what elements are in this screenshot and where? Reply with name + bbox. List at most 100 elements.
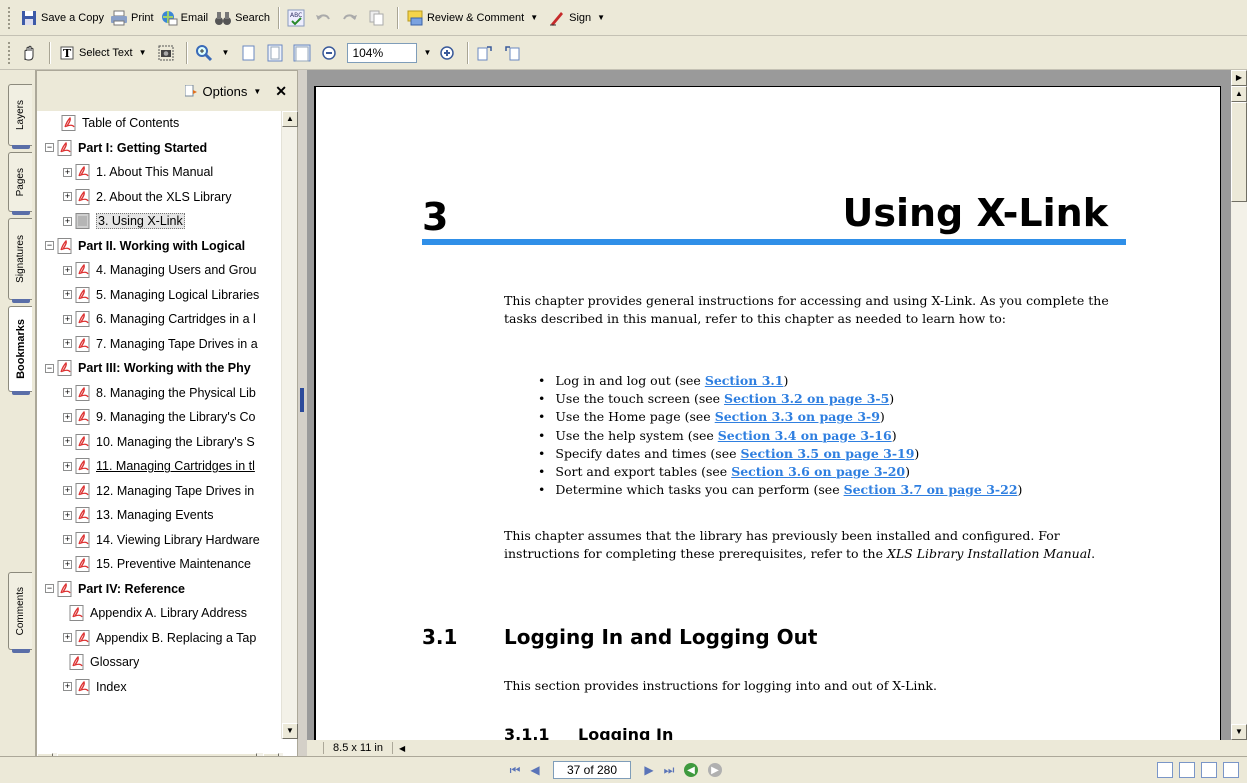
expand-icon[interactable]: + xyxy=(63,559,72,569)
bookmark-item[interactable]: +12. Managing Tape Drives in xyxy=(37,479,283,504)
bookmark-vertical-scrollbar[interactable]: ▲ ▼ xyxy=(281,111,298,739)
single-page-layout-icon[interactable] xyxy=(1157,762,1173,778)
bookmark-item[interactable]: +2. About the XLS Library xyxy=(37,185,283,210)
split-arrow[interactable]: ▶ xyxy=(1231,70,1247,86)
previous-page-icon[interactable]: ◀ xyxy=(525,761,545,779)
bookmark-item[interactable]: − Part I: Getting Started xyxy=(37,136,283,161)
bookmark-item[interactable]: + Appendix B. Replacing a Tap xyxy=(37,626,283,651)
redo-button[interactable] xyxy=(338,6,365,30)
bookmark-item[interactable]: +14. Viewing Library Hardware xyxy=(37,528,283,553)
tab-bookmarks[interactable]: Bookmarks xyxy=(8,306,32,395)
options-menu[interactable]: Options xyxy=(203,84,248,99)
expand-icon[interactable]: + xyxy=(63,216,72,226)
toolbar-grip[interactable] xyxy=(8,6,12,29)
go-back-icon[interactable]: ◀ xyxy=(684,763,698,777)
collapse-icon[interactable]: − xyxy=(45,584,54,594)
undo-button[interactable] xyxy=(311,6,338,30)
collapse-icon[interactable]: − xyxy=(45,241,54,251)
tab-signatures[interactable]: Signatures xyxy=(8,218,32,303)
bookmark-item[interactable]: +13. Managing Events xyxy=(37,503,283,528)
bookmark-item[interactable]: +4. Managing Users and Grou xyxy=(37,258,283,283)
next-page-icon[interactable]: ▶ xyxy=(639,761,659,779)
bookmark-item[interactable]: Appendix A. Library Address xyxy=(37,601,283,626)
scroll-down-arrow[interactable]: ▼ xyxy=(1231,724,1247,740)
tab-comments[interactable]: Comments xyxy=(8,572,32,653)
expand-icon[interactable]: + xyxy=(63,535,72,545)
go-forward-icon[interactable]: ▶ xyxy=(708,763,722,777)
save-copy-button[interactable]: Save a Copy xyxy=(17,6,107,30)
review-comment-button[interactable]: Review & Comment ▼ xyxy=(403,6,545,30)
bookmark-item[interactable]: +11. Managing Cartridges in tl xyxy=(37,454,283,479)
bookmark-item[interactable]: − Part II. Working with Logical xyxy=(37,234,283,259)
bookmark-item[interactable]: +9. Managing the Library's Co xyxy=(37,405,283,430)
scroll-up-arrow[interactable]: ▲ xyxy=(282,111,298,127)
zoom-in-tool-button[interactable]: ▼ xyxy=(192,41,237,65)
expand-icon[interactable]: + xyxy=(63,437,72,447)
rotate-ccw-button[interactable] xyxy=(500,41,527,65)
bookmark-item[interactable]: Glossary xyxy=(37,650,283,675)
expand-icon[interactable]: + xyxy=(63,388,72,398)
section-link[interactable]: Section 3.7 on page 3-22 xyxy=(844,482,1018,497)
snapshot-button[interactable] xyxy=(154,41,181,65)
expand-icon[interactable]: + xyxy=(63,314,72,324)
section-link[interactable]: Section 3.2 on page 3-5 xyxy=(724,391,889,406)
print-button[interactable]: Print xyxy=(107,6,157,30)
section-link[interactable]: Section 3.5 on page 3-19 xyxy=(740,446,914,461)
section-link[interactable]: Section 3.1 xyxy=(705,373,784,388)
chevron-down-icon[interactable]: ▼ xyxy=(597,13,605,22)
rotate-cw-button[interactable] xyxy=(473,41,500,65)
section-link[interactable]: Section 3.6 on page 3-20 xyxy=(731,464,905,479)
expand-icon[interactable]: + xyxy=(63,633,72,643)
continuous-layout-icon[interactable] xyxy=(1179,762,1195,778)
section-link[interactable]: Section 3.4 on page 3-16 xyxy=(718,428,892,443)
chevron-down-icon[interactable]: ▼ xyxy=(139,48,147,57)
document-vertical-scrollbar[interactable]: ▶ ▲ ▼ xyxy=(1231,70,1247,740)
email-button[interactable]: Email xyxy=(157,6,212,30)
scroll-thumb[interactable] xyxy=(1231,102,1247,202)
collapse-icon[interactable]: − xyxy=(45,363,54,373)
fit-page-button[interactable] xyxy=(263,41,290,65)
chevron-down-icon[interactable]: ▼ xyxy=(222,48,230,57)
bookmark-item[interactable]: +7. Managing Tape Drives in a xyxy=(37,332,283,357)
expand-icon[interactable]: + xyxy=(63,486,72,496)
collapse-icon[interactable]: − xyxy=(45,143,54,153)
bookmark-item[interactable]: − Part IV: Reference xyxy=(37,577,283,602)
tab-layers[interactable]: Layers xyxy=(8,84,32,149)
zoom-in-button[interactable] xyxy=(435,41,462,65)
bookmark-item[interactable]: +3. Using X-Link xyxy=(37,209,283,234)
expand-icon[interactable]: + xyxy=(63,167,72,177)
copy-button[interactable] xyxy=(365,6,392,30)
expand-icon[interactable]: + xyxy=(63,290,72,300)
expand-icon[interactable]: + xyxy=(63,461,72,471)
expand-icon[interactable]: + xyxy=(63,510,72,520)
bookmark-item[interactable]: +15. Preventive Maintenance xyxy=(37,552,283,577)
first-page-icon[interactable]: ⏮ xyxy=(505,761,525,779)
bookmark-item[interactable]: +6. Managing Cartridges in a l xyxy=(37,307,283,332)
sign-button[interactable]: Sign ▼ xyxy=(545,6,612,30)
expand-icon[interactable]: + xyxy=(63,265,72,275)
select-text-button[interactable]: T Select Text ▼ xyxy=(55,41,154,65)
chevron-down-icon[interactable]: ▼ xyxy=(530,13,538,22)
section-link[interactable]: Section 3.3 on page 3-9 xyxy=(715,409,880,424)
toolbar-grip[interactable] xyxy=(8,41,12,64)
scroll-down-arrow[interactable]: ▼ xyxy=(282,723,298,739)
bookmark-item[interactable]: + Index xyxy=(37,675,283,700)
fit-width-button[interactable] xyxy=(290,41,317,65)
last-page-icon[interactable]: ⏭ xyxy=(659,761,679,779)
chevron-down-icon[interactable]: ▼ xyxy=(253,87,261,96)
zoom-level-input[interactable]: 104% xyxy=(347,42,418,63)
bookmark-item[interactable]: − Part III: Working with the Phy xyxy=(37,356,283,381)
expand-icon[interactable]: + xyxy=(63,412,72,422)
close-icon[interactable]: ✕ xyxy=(275,83,287,100)
bookmark-item[interactable]: +8. Managing the Physical Lib xyxy=(37,381,283,406)
bookmark-item[interactable]: +5. Managing Logical Libraries xyxy=(37,283,283,308)
tab-pages[interactable]: Pages xyxy=(8,152,32,215)
expand-icon[interactable]: + xyxy=(63,339,72,349)
actual-size-button[interactable] xyxy=(236,41,263,65)
spellcheck-button[interactable]: ABC xyxy=(284,6,311,30)
scroll-up-arrow[interactable]: ▲ xyxy=(1231,86,1247,102)
hand-tool-button[interactable] xyxy=(17,41,44,65)
scroll-left-arrow[interactable]: ◀ xyxy=(399,744,405,753)
bookmark-item[interactable]: +10. Managing the Library's S xyxy=(37,430,283,455)
expand-icon[interactable]: + xyxy=(63,192,72,202)
